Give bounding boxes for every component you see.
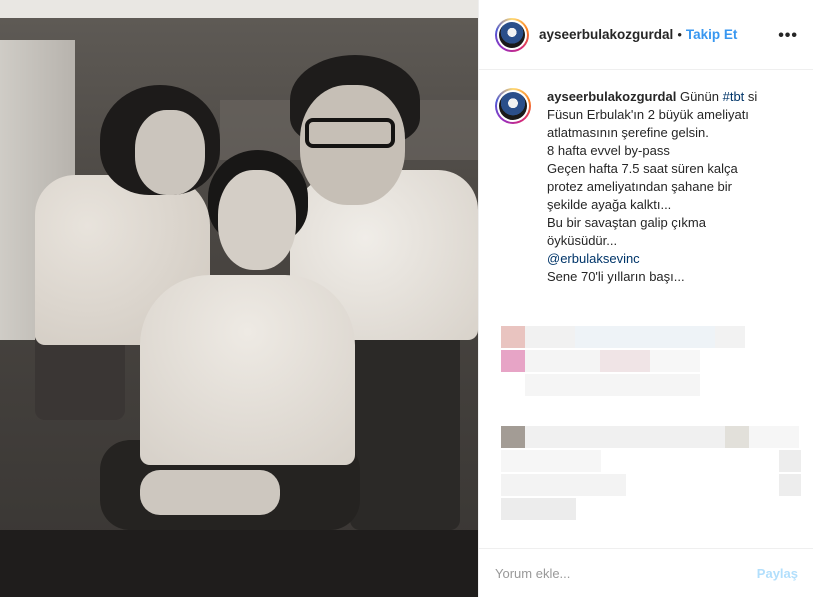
share-button[interactable]: Paylaş	[757, 566, 798, 581]
mention-link[interactable]: @erbulaksevinc	[547, 250, 802, 268]
caption-line: şekilde ayağa kalktı...	[547, 197, 672, 212]
woman-face	[218, 170, 296, 270]
woman-blouse	[140, 275, 355, 465]
photo-top-strip	[0, 0, 478, 20]
caption-avatar-image	[499, 92, 527, 120]
header-separator: •	[677, 27, 682, 42]
caption-line-1: ayseerbulakozgurdal Günün #tbt si	[547, 88, 802, 106]
comment-bar: Paylaş	[479, 548, 813, 597]
caption-line-start: Günün	[679, 89, 723, 104]
photo-bottom-band	[0, 530, 478, 597]
post-caption: ayseerbulakozgurdal Günün #tbt si Füsun …	[495, 88, 805, 286]
caption-avatar[interactable]	[495, 88, 531, 124]
header-username[interactable]: ayseerbulakozgurdal	[539, 27, 673, 42]
girl-face	[135, 110, 205, 195]
comment-input[interactable]	[495, 565, 757, 581]
man-glasses	[305, 118, 395, 148]
hashtag-link[interactable]: #tbt	[723, 89, 745, 104]
blurred-comment-2	[479, 424, 813, 534]
woman-hands	[140, 470, 280, 515]
follow-button[interactable]: Takip Et	[686, 27, 738, 42]
more-horizontal-icon[interactable]: •••	[778, 27, 798, 45]
avatar[interactable]	[495, 17, 529, 52]
post-photo[interactable]	[0, 0, 478, 597]
caption-line: Sene 70'li yılların başı...	[547, 269, 685, 284]
avatar-image	[499, 21, 525, 48]
blurred-comment-1	[479, 322, 813, 400]
caption-line: Geçen hafta 7.5 saat süren kalça	[547, 161, 738, 176]
caption-username[interactable]: ayseerbulakozgurdal	[547, 89, 676, 104]
post-sidebar: ayseerbulakozgurdal • Takip Et ••• aysee…	[478, 0, 813, 597]
man-legs	[350, 320, 460, 530]
instagram-post-window: ayseerbulakozgurdal • Takip Et ••• aysee…	[0, 0, 813, 597]
post-header: ayseerbulakozgurdal • Takip Et •••	[479, 0, 813, 70]
caption-line: öyküsüdür...	[547, 233, 618, 248]
caption-line: Füsun Erbulak'ın 2 büyük ameliyatı	[547, 107, 749, 122]
caption-line: atlatmasının şerefine gelsin.	[547, 125, 709, 140]
caption-line: Bu bir savaştan galip çıkma	[547, 215, 706, 230]
caption-text: ayseerbulakozgurdal Günün #tbt si Füsun …	[547, 88, 802, 286]
caption-line: protez ameliyatından şahane bir	[547, 179, 733, 194]
caption-after-hashtag: si	[744, 89, 758, 104]
caption-line: 8 hafta evvel by-pass	[547, 143, 670, 158]
